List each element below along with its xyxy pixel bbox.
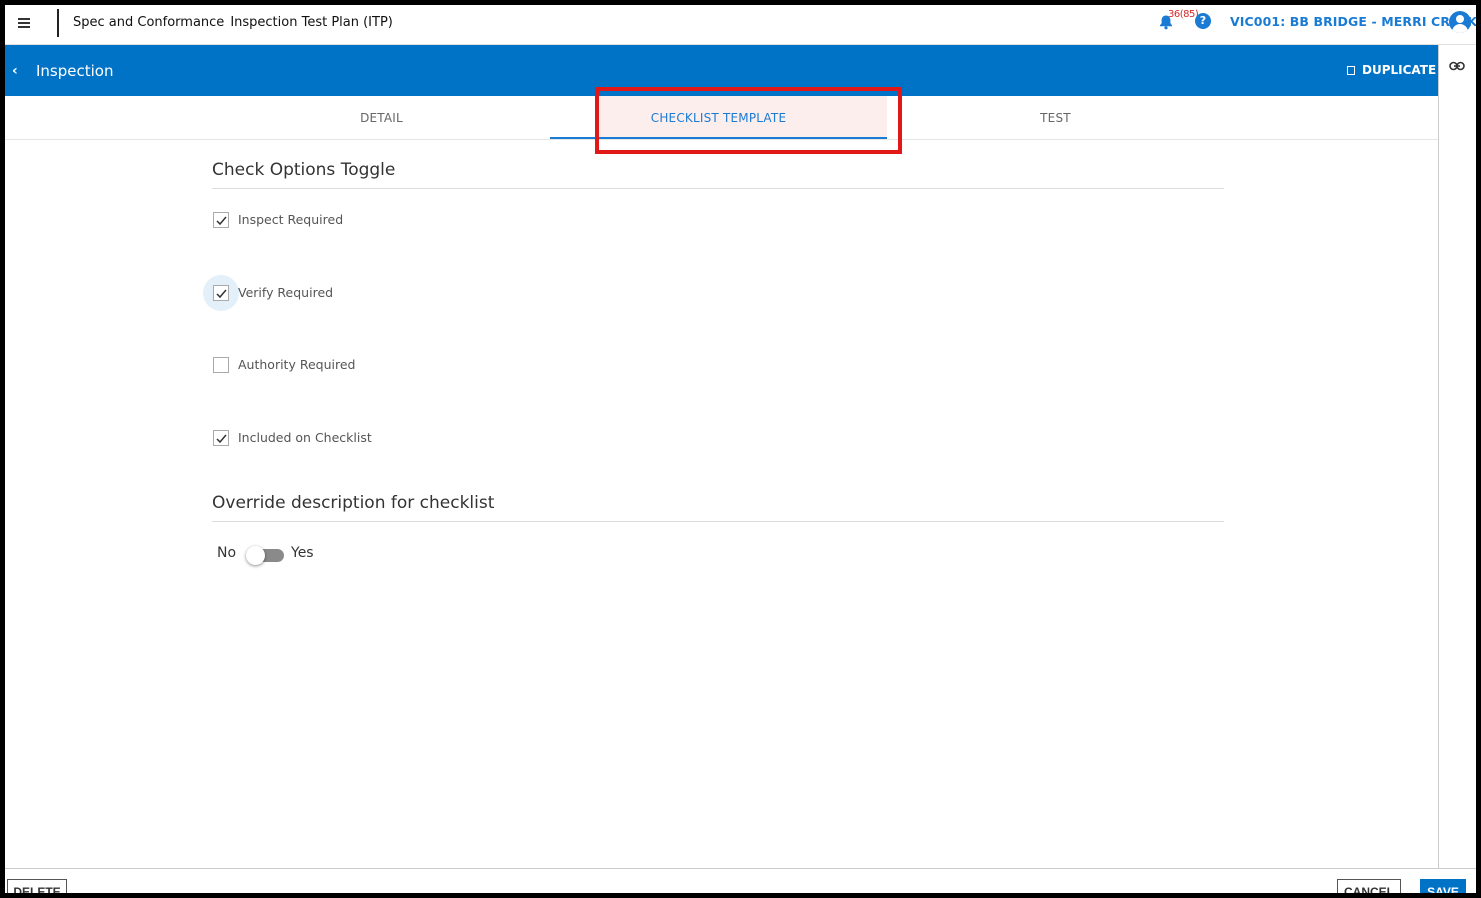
notification-badge[interactable]: 36(85) — [1168, 9, 1199, 20]
page-name: Inspection Test Plan (ITP) — [230, 15, 393, 30]
help-icon[interactable]: ? — [1195, 13, 1211, 29]
menu-icon[interactable] — [18, 16, 32, 34]
right-rail — [1438, 45, 1476, 871]
tab-detail[interactable]: DETAIL — [213, 96, 550, 140]
verify-required-checkbox[interactable] — [213, 285, 229, 301]
checkmark-icon — [216, 289, 227, 299]
duplicate-button[interactable]: DUPLICATE — [1347, 63, 1436, 77]
cancel-button[interactable]: CANCEL — [1337, 879, 1401, 893]
annotation-highlight-box — [595, 87, 902, 154]
duplicate-label: DUPLICATE — [1362, 63, 1437, 77]
included-on-checklist-checkbox[interactable] — [213, 430, 229, 446]
project-selector[interactable]: VIC001: BB BRIDGE - MERRI CREEK — [1230, 14, 1476, 29]
section-divider — [212, 188, 1224, 189]
authority-required-label: Authority Required — [238, 357, 356, 372]
link-icon[interactable] — [1449, 61, 1465, 71]
override-title: Override description for checklist — [212, 493, 495, 513]
module-name: Spec and Conformance — [73, 15, 225, 30]
toggle-yes-label: Yes — [291, 545, 314, 561]
chevron-left-icon[interactable]: ‹ — [12, 63, 18, 79]
tab-test[interactable]: TEST — [887, 96, 1224, 140]
delete-button[interactable]: DELETE — [7, 879, 67, 893]
section-divider — [212, 521, 1224, 522]
user-avatar-icon[interactable] — [1449, 11, 1471, 33]
copy-icon — [1347, 66, 1355, 75]
app-window: Spec and Conformance Inspection Test Plan… — [5, 5, 1476, 893]
toggle-no-label: No — [217, 545, 237, 561]
inspect-required-label: Inspect Required — [238, 212, 344, 227]
verify-required-label: Verify Required — [238, 285, 334, 300]
override-toggle-thumb[interactable] — [246, 546, 265, 565]
checkmark-icon — [216, 216, 227, 226]
check-options-title: Check Options Toggle — [212, 160, 396, 180]
page-title: Inspection — [36, 62, 114, 80]
divider — [57, 9, 59, 37]
app-title: Spec and Conformance Inspection Test Plan… — [73, 15, 393, 30]
save-button[interactable]: SAVE — [1420, 879, 1466, 893]
footer-bar: DELETE CANCEL SAVE — [5, 868, 1476, 893]
authority-required-checkbox[interactable] — [213, 357, 229, 373]
top-bar: Spec and Conformance Inspection Test Plan… — [5, 5, 1476, 45]
checkmark-icon — [216, 434, 227, 444]
included-on-checklist-label: Included on Checklist — [238, 430, 372, 445]
inspect-required-checkbox[interactable] — [213, 212, 229, 228]
